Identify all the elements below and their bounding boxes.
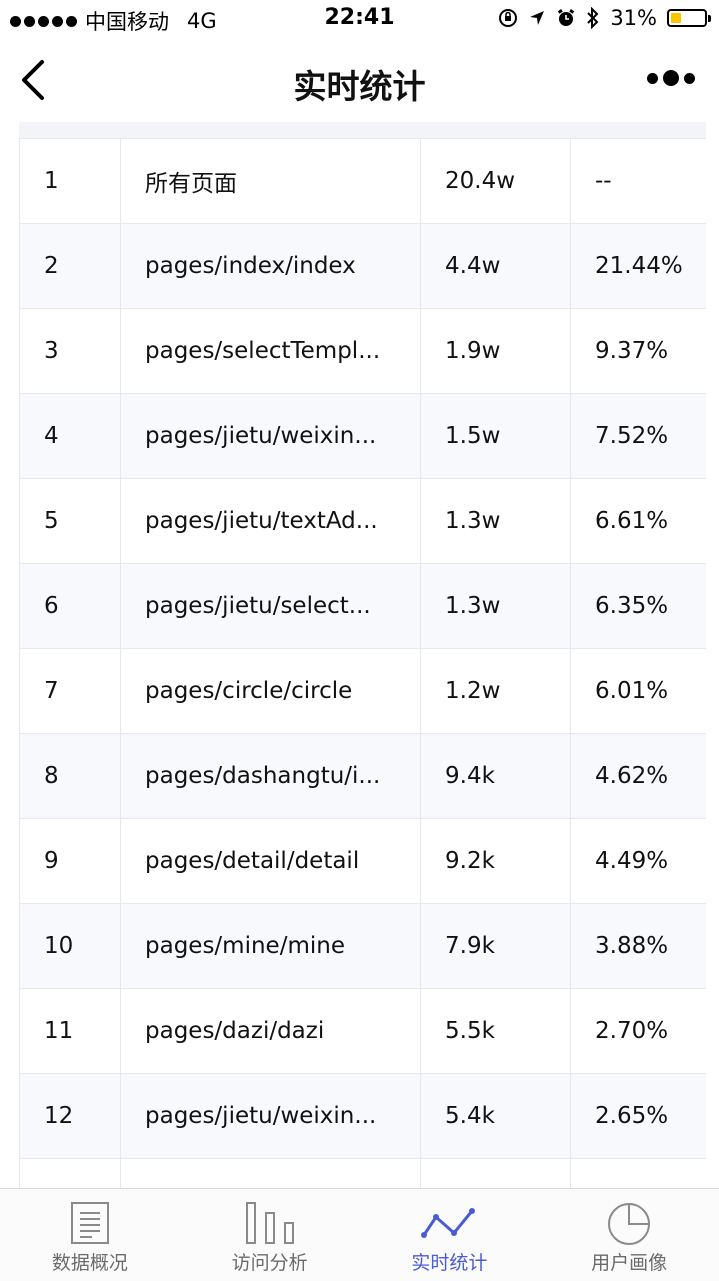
battery-fill bbox=[671, 13, 681, 23]
tab-visit-analysis[interactable]: 访问分析 bbox=[180, 1189, 360, 1281]
rank-cell: 4 bbox=[19, 393, 121, 479]
table-row[interactable]: 11 pages/dazi/dazi 5.5k 2.70% bbox=[19, 988, 706, 1074]
page-title: 实时统计 bbox=[293, 67, 426, 106]
rank-cell: 8 bbox=[19, 733, 121, 819]
tab-realtime-stats[interactable]: 实时统计 bbox=[360, 1189, 540, 1281]
page-path-cell: pages/mine/mine bbox=[120, 903, 421, 989]
rank-cell: 7 bbox=[19, 648, 121, 734]
visits-cell: 1.3w bbox=[420, 563, 571, 649]
visits-cell: 1.2w bbox=[420, 648, 571, 734]
table-body: 1 所有页面 20.4w -- 2 pages/index/index 4.4w 21.44%… bbox=[19, 138, 706, 1188]
rank-cell: 5 bbox=[19, 478, 121, 564]
share-cell: 9.37% bbox=[570, 308, 706, 394]
visits-cell: 1.5w bbox=[420, 393, 571, 479]
table-row[interactable]: 8 pages/dashangtu/i... 9.4k 4.62% bbox=[19, 733, 706, 819]
table-row[interactable]: 5 pages/jietu/textAd... 1.3w 6.61% bbox=[19, 478, 706, 564]
page-path-cell: pages/detail/detail bbox=[120, 818, 421, 904]
page-path-cell: pages/jietu/weixin... bbox=[120, 393, 421, 479]
tab-label: 用户画像 bbox=[591, 1252, 668, 1274]
share-cell: 2.65% bbox=[570, 1073, 706, 1159]
share-cell: 2.70% bbox=[570, 988, 706, 1074]
table-row[interactable]: 12 pages/jietu/weixin... 5.4k 2.65% bbox=[19, 1073, 706, 1159]
rank-cell: 1 bbox=[19, 138, 121, 224]
rank-cell: 3 bbox=[19, 308, 121, 394]
share-cell bbox=[570, 1158, 706, 1188]
tab-label: 实时统计 bbox=[411, 1252, 488, 1274]
stats-table-container[interactable]: 1 所有页面 20.4w -- 2 pages/index/index 4.4w 21.44%… bbox=[19, 122, 706, 1188]
page-path-cell: pages/dashangtu/i... bbox=[120, 733, 421, 819]
more-options-button[interactable] bbox=[647, 70, 695, 86]
table-row[interactable]: 9 pages/detail/detail 9.2k 4.49% bbox=[19, 818, 706, 904]
alarm-clock-icon bbox=[558, 9, 575, 26]
rank-cell: 12 bbox=[19, 1073, 121, 1159]
page-path-cell: pages/selectTempl... bbox=[120, 308, 421, 394]
visits-cell: 9.4k bbox=[420, 733, 571, 819]
rank-cell: 11 bbox=[19, 988, 121, 1074]
table-row[interactable]: 2 pages/index/index 4.4w 21.44% bbox=[19, 223, 706, 309]
page-path-cell bbox=[120, 1158, 421, 1188]
share-cell: 6.35% bbox=[570, 563, 706, 649]
rotation-lock-icon bbox=[499, 9, 518, 27]
table-row[interactable]: 1 所有页面 20.4w -- bbox=[19, 138, 706, 224]
rank-cell: 6 bbox=[19, 563, 121, 649]
more-dot bbox=[647, 72, 658, 84]
bar-columns-icon bbox=[245, 1202, 294, 1244]
share-cell: 4.49% bbox=[570, 818, 706, 904]
visits-cell: 1.3w bbox=[420, 478, 571, 564]
visits-cell: 5.4k bbox=[420, 1073, 571, 1159]
tab-label: 数据概况 bbox=[51, 1252, 128, 1274]
table-row[interactable]: 10 pages/mine/mine 7.9k 3.88% bbox=[19, 903, 706, 989]
share-cell: 3.88% bbox=[570, 903, 706, 989]
tab-user-profile[interactable]: 用户画像 bbox=[539, 1189, 719, 1281]
line-trend-icon bbox=[421, 1208, 476, 1238]
page-path-cell: pages/jietu/select... bbox=[120, 563, 421, 649]
table-row[interactable]: 7 pages/circle/circle 1.2w 6.01% bbox=[19, 648, 706, 734]
status-bar: 中国移动 4G 22:41 31% bbox=[0, 0, 719, 40]
page-path-cell: pages/jietu/textAd... bbox=[120, 478, 421, 564]
pie-chart-icon bbox=[608, 1203, 651, 1245]
status-right: 31% bbox=[498, 6, 711, 30]
share-cell: 7.52% bbox=[570, 393, 706, 479]
share-cell: 4.62% bbox=[570, 733, 706, 819]
share-cell: 6.61% bbox=[570, 478, 706, 564]
more-dot bbox=[684, 72, 695, 84]
rank-cell: 9 bbox=[19, 818, 121, 904]
table-row[interactable]: 3 pages/selectTempl... 1.9w 9.37% bbox=[19, 308, 706, 394]
bluetooth-icon bbox=[587, 7, 599, 29]
page-path-cell: pages/index/index bbox=[120, 223, 421, 309]
document-list-icon bbox=[70, 1202, 109, 1244]
rank-cell: 2 bbox=[19, 223, 121, 309]
visits-cell: 4.4w bbox=[420, 223, 571, 309]
visits-cell: 9.2k bbox=[420, 818, 571, 904]
share-cell: 21.44% bbox=[570, 223, 706, 309]
page-path-cell: 所有页面 bbox=[120, 138, 421, 224]
table-row[interactable] bbox=[19, 1158, 706, 1188]
visits-cell: 5.5k bbox=[420, 988, 571, 1074]
table-header-strip bbox=[19, 122, 706, 138]
more-dot bbox=[663, 70, 679, 86]
visits-cell: 7.9k bbox=[420, 903, 571, 989]
location-arrow-icon bbox=[530, 11, 545, 25]
page-path-cell: pages/circle/circle bbox=[120, 648, 421, 734]
visits-cell: 20.4w bbox=[420, 138, 571, 224]
battery-icon bbox=[667, 9, 711, 27]
share-cell: 6.01% bbox=[570, 648, 706, 734]
rank-cell bbox=[19, 1158, 121, 1188]
page-path-cell: pages/dazi/dazi bbox=[120, 988, 421, 1074]
battery-percent: 31% bbox=[610, 6, 657, 30]
tab-data-overview[interactable]: 数据概况 bbox=[0, 1189, 180, 1281]
bottom-tab-bar: 数据概况 访问分析 实时统计 用户画像 bbox=[0, 1188, 719, 1281]
tab-label: 访问分析 bbox=[231, 1252, 308, 1274]
share-cell: -- bbox=[570, 138, 706, 224]
page-stats-table: 1 所有页面 20.4w -- 2 pages/index/index 4.4w 21.44%… bbox=[19, 138, 706, 1188]
visits-cell: 1.9w bbox=[420, 308, 571, 394]
page-path-cell: pages/jietu/weixin... bbox=[120, 1073, 421, 1159]
rank-cell: 10 bbox=[19, 903, 121, 989]
table-row[interactable]: 4 pages/jietu/weixin... 1.5w 7.52% bbox=[19, 393, 706, 479]
table-row[interactable]: 6 pages/jietu/select... 1.3w 6.35% bbox=[19, 563, 706, 649]
visits-cell bbox=[420, 1158, 571, 1188]
navigation-bar: 实时统计 bbox=[0, 40, 719, 122]
